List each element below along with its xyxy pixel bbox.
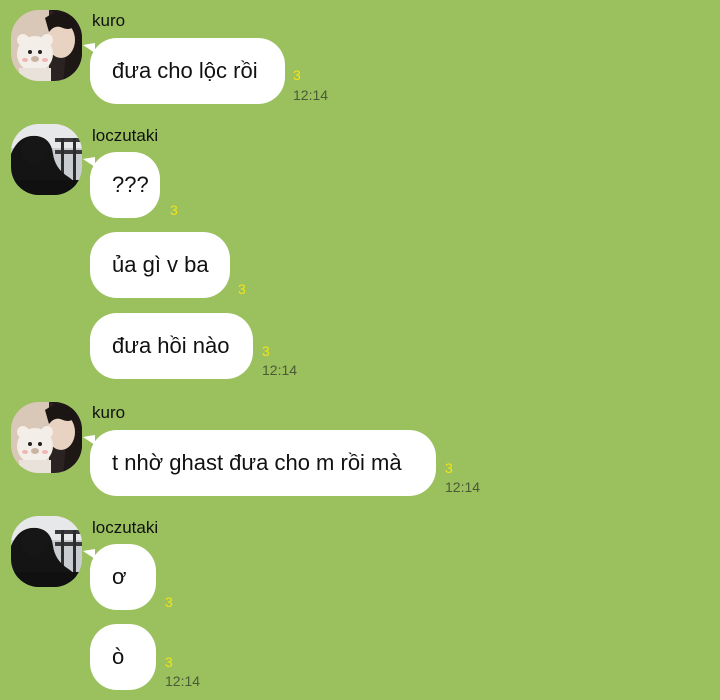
message-bubble[interactable]: đưa hồi nào <box>90 313 253 379</box>
message-text: ??? <box>112 172 149 197</box>
message-bubble[interactable]: t nhờ ghast đưa cho m rồi mà <box>90 430 436 496</box>
read-count: 3 <box>238 281 246 297</box>
sender-name: kuro <box>92 11 126 30</box>
message-text: đưa hồi nào <box>112 333 230 358</box>
message-text: ơ <box>112 564 127 589</box>
avatar-kuro[interactable] <box>11 10 82 81</box>
read-count: 3 <box>170 202 178 218</box>
sender-name: loczutaki <box>92 518 159 537</box>
read-count: 3 <box>262 343 270 359</box>
message-text: đưa cho lộc rồi <box>112 58 258 83</box>
read-count: 3 <box>165 654 173 670</box>
read-count: 3 <box>293 67 301 83</box>
avatar-kuro-plush-icon <box>11 10 82 81</box>
timestamp: 12:14 <box>165 673 201 689</box>
avatar-kuro[interactable] <box>11 402 82 473</box>
avatar-kuro-plush-icon <box>11 402 82 473</box>
avatar-loczutaki[interactable] <box>11 124 82 195</box>
avatar-loczutaki[interactable] <box>11 516 82 587</box>
timestamp: 12:14 <box>262 362 298 378</box>
message-bubble[interactable]: đưa cho lộc rồi <box>90 38 285 104</box>
sender-name: loczutaki <box>92 126 159 145</box>
message-text: ủa gì v ba <box>112 252 209 277</box>
message-text: ò <box>112 644 125 669</box>
message-bubble[interactable]: ủa gì v ba <box>90 232 230 298</box>
message-bubble[interactable]: ò <box>90 624 156 690</box>
timestamp: 12:14 <box>445 479 481 495</box>
chat-area: kuro đưa cho lộc rồi 3 12:14 loczutaki ?… <box>0 0 720 700</box>
read-count: 3 <box>165 594 173 610</box>
sender-name: kuro <box>92 403 126 422</box>
message-bubble[interactable]: ??? <box>90 152 160 218</box>
avatar-loczutaki-silhouette-icon <box>11 124 82 195</box>
read-count: 3 <box>445 460 453 476</box>
message-text: t nhờ ghast đưa cho m rồi mà <box>112 450 402 475</box>
message-bubble[interactable]: ơ <box>90 544 156 610</box>
timestamp: 12:14 <box>293 87 329 103</box>
avatar-loczutaki-silhouette-icon <box>11 516 82 587</box>
